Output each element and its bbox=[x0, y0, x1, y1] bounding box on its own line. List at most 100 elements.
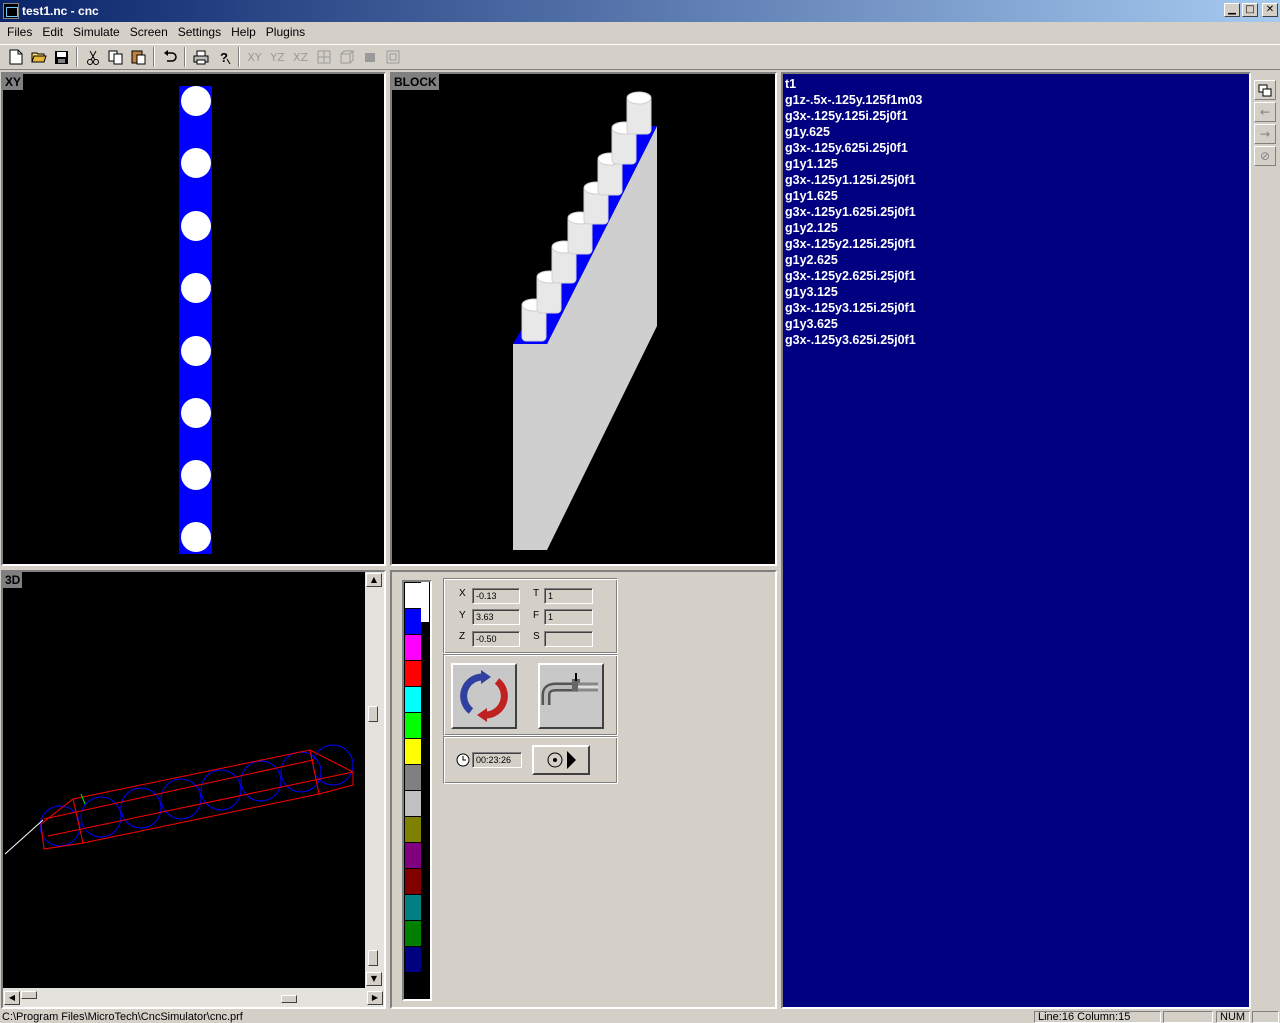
block-3d-drawing bbox=[513, 91, 657, 550]
run-simulation-button[interactable] bbox=[532, 745, 590, 775]
stop-icon[interactable]: ⊘ bbox=[1254, 146, 1276, 166]
xy-hole bbox=[181, 336, 211, 366]
gcode-line[interactable]: g3x-.125y2.125i.25j0f1 bbox=[785, 236, 1247, 252]
color-swatch[interactable] bbox=[405, 713, 421, 738]
menu-plugins[interactable]: Plugins bbox=[261, 25, 310, 39]
color-swatch[interactable] bbox=[405, 765, 421, 790]
color-swatch[interactable] bbox=[405, 843, 421, 868]
color-swatch[interactable] bbox=[405, 921, 421, 946]
menu-files[interactable]: Files bbox=[2, 25, 37, 39]
color-swatch[interactable] bbox=[405, 895, 421, 920]
menu-help[interactable]: Help bbox=[226, 25, 261, 39]
app-icon[interactable] bbox=[3, 3, 19, 19]
gcode-line[interactable]: g3x-.125y3.125i.25j0f1 bbox=[785, 300, 1247, 316]
view-yz-button[interactable]: YZ bbox=[266, 46, 289, 68]
palette-scroll-thumb[interactable] bbox=[421, 582, 429, 622]
maximize-icon[interactable]: □ bbox=[1242, 3, 1258, 17]
threed-wireframe bbox=[4, 744, 354, 855]
control-panel: X -0.13 T 1 Y 3.63 F 1 Z -0.50 S 00:23:2… bbox=[390, 570, 777, 1009]
rotation-arrows-icon bbox=[460, 670, 508, 722]
title-bar: test1.nc - cnc ▁ □ ✕ bbox=[0, 0, 1280, 22]
threed-hscrollbar[interactable]: ◀ ▶ bbox=[3, 988, 384, 1007]
gcode-line[interactable]: g3x-.125y1.625i.25j0f1 bbox=[785, 204, 1247, 220]
spindle-rotation-button[interactable] bbox=[451, 663, 517, 729]
scroll-left-icon[interactable]: ◀ bbox=[4, 991, 20, 1005]
elapsed-time-field[interactable]: 00:23:26 bbox=[472, 752, 522, 768]
gcode-line[interactable]: g1y.625 bbox=[785, 124, 1247, 140]
zoom-fit-icon[interactable] bbox=[381, 46, 404, 68]
vscroll-thumb-2[interactable] bbox=[368, 950, 378, 966]
scroll-up-icon[interactable]: ▲ bbox=[366, 573, 382, 587]
view-3d-icon[interactable] bbox=[335, 46, 358, 68]
gcode-line[interactable]: g1y3.125 bbox=[785, 284, 1247, 300]
spindle-field[interactable] bbox=[544, 631, 593, 647]
z-coordinate-field[interactable]: -0.50 bbox=[472, 631, 520, 647]
color-swatch[interactable] bbox=[405, 739, 421, 764]
menu-simulate[interactable]: Simulate bbox=[68, 25, 125, 39]
color-palette bbox=[402, 580, 432, 1001]
block-view[interactable]: BLOCK bbox=[390, 72, 777, 566]
x-coordinate-field[interactable]: -0.13 bbox=[472, 588, 520, 604]
gcode-line[interactable]: t1 bbox=[785, 76, 1247, 92]
gcode-line[interactable]: g1y2.125 bbox=[785, 220, 1247, 236]
xy-toolpath-drawing bbox=[179, 86, 212, 554]
menu-screen[interactable]: Screen bbox=[125, 25, 173, 39]
xy-hole bbox=[181, 273, 211, 303]
spindle-coolant-group bbox=[443, 654, 618, 736]
gcode-line[interactable]: g3x-.125y3.625i.25j0f1 bbox=[785, 332, 1247, 348]
scroll-right-icon[interactable]: ▶ bbox=[367, 991, 383, 1005]
gcode-editor[interactable]: t1 g1z-.5x-.125y.125f1m03 g3x-.125y.125i.2… bbox=[781, 72, 1251, 1009]
color-swatch[interactable] bbox=[405, 869, 421, 894]
gcode-line[interactable]: g3x-.125y.625i.25j0f1 bbox=[785, 140, 1247, 156]
color-swatch[interactable] bbox=[405, 947, 421, 972]
new-file-icon[interactable] bbox=[4, 46, 27, 68]
minimize-icon[interactable]: ▁ bbox=[1224, 3, 1240, 17]
feed-field[interactable]: 1 bbox=[544, 609, 593, 625]
tool-field[interactable]: 1 bbox=[544, 588, 593, 604]
menu-settings[interactable]: Settings bbox=[173, 25, 226, 39]
color-swatch[interactable] bbox=[405, 817, 421, 842]
open-folder-icon[interactable] bbox=[27, 46, 50, 68]
color-swatch[interactable] bbox=[405, 583, 421, 608]
hscroll-thumb[interactable] bbox=[21, 991, 37, 999]
threed-stock-outline bbox=[40, 749, 354, 850]
gcode-line[interactable]: g3x-.125y.125i.25j0f1 bbox=[785, 108, 1247, 124]
copy-icon[interactable] bbox=[104, 46, 127, 68]
cut-icon[interactable] bbox=[81, 46, 104, 68]
y-coordinate-field[interactable]: 3.63 bbox=[472, 609, 520, 625]
gcode-line[interactable]: g1y1.625 bbox=[785, 188, 1247, 204]
gcode-line[interactable]: g3x-.125y2.625i.25j0f1 bbox=[785, 268, 1247, 284]
gcode-line[interactable]: g1z-.5x-.125y.125f1m03 bbox=[785, 92, 1247, 108]
hscroll-thumb-2[interactable] bbox=[281, 995, 297, 1003]
threed-view[interactable]: 3D ▲ ▼ ◀ ▶ bbox=[1, 570, 386, 1009]
gcode-line[interactable]: g1y1.125 bbox=[785, 156, 1247, 172]
gcode-line[interactable]: g1y3.625 bbox=[785, 316, 1247, 332]
view-4-icon[interactable] bbox=[312, 46, 335, 68]
gcode-line[interactable]: g3x-.125y1.125i.25j0f1 bbox=[785, 172, 1247, 188]
view-xz-button[interactable]: XZ bbox=[289, 46, 312, 68]
threed-vscrollbar[interactable]: ▲ ▼ bbox=[365, 572, 384, 988]
svg-text:?: ? bbox=[220, 50, 228, 65]
color-swatch[interactable] bbox=[405, 635, 421, 660]
save-icon[interactable] bbox=[50, 46, 73, 68]
paste-icon[interactable] bbox=[127, 46, 150, 68]
arrow-left-icon[interactable]: ← bbox=[1254, 102, 1276, 122]
xy-view[interactable]: XY bbox=[1, 72, 386, 566]
coolant-button[interactable] bbox=[538, 663, 604, 729]
color-swatch[interactable] bbox=[405, 661, 421, 686]
color-swatch[interactable] bbox=[405, 687, 421, 712]
help-icon[interactable]: ? bbox=[212, 46, 235, 68]
gcode-line[interactable]: g1y2.625 bbox=[785, 252, 1247, 268]
close-icon[interactable]: ✕ bbox=[1262, 3, 1278, 17]
view-xy-button[interactable]: XY bbox=[243, 46, 266, 68]
print-icon[interactable] bbox=[189, 46, 212, 68]
arrow-right-icon[interactable]: → bbox=[1254, 124, 1276, 144]
color-swatch[interactable] bbox=[405, 609, 421, 634]
vscroll-thumb[interactable] bbox=[368, 706, 378, 722]
color-swatch[interactable] bbox=[405, 791, 421, 816]
solid-view-icon[interactable] bbox=[358, 46, 381, 68]
undo-icon[interactable] bbox=[158, 46, 181, 68]
scroll-down-icon[interactable]: ▼ bbox=[366, 972, 382, 986]
menu-edit[interactable]: Edit bbox=[37, 25, 68, 39]
windows-icon[interactable] bbox=[1254, 80, 1276, 100]
